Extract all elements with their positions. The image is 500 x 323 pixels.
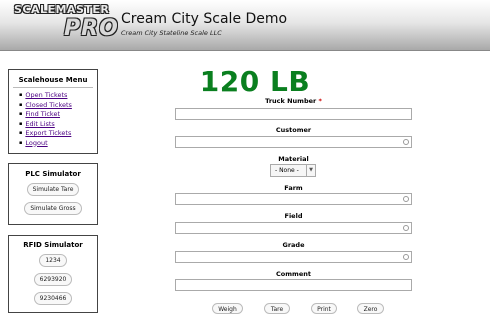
- rfid-tag-button[interactable]: 1234: [39, 254, 67, 267]
- print-button[interactable]: Print: [311, 303, 337, 314]
- customer-input[interactable]: [175, 136, 412, 148]
- scalehouse-menu-title: Scalehouse Menu: [18, 76, 88, 84]
- menu-item-open-tickets: Open Tickets: [19, 91, 93, 101]
- material-select[interactable]: - None - ▼: [270, 164, 316, 177]
- autocomplete-icon: [403, 139, 409, 145]
- comment-input[interactable]: [175, 279, 412, 291]
- menu-item-closed-tickets: Closed Tickets: [19, 101, 93, 111]
- app-header: SCALEMASTER PRO Cream City Scale Demo Cr…: [0, 0, 490, 51]
- autocomplete-icon: [403, 225, 409, 231]
- company-name: Cream City Stateline Scale LLC: [121, 29, 222, 37]
- edit-lists-link[interactable]: Edit Lists: [25, 120, 54, 128]
- field-input[interactable]: [175, 222, 412, 234]
- simulate-tare-button[interactable]: Simulate Tare: [26, 183, 80, 196]
- menu-item-export-tickets: Export Tickets: [19, 129, 93, 139]
- simulate-gross-button[interactable]: Simulate Gross: [24, 202, 82, 215]
- scalehouse-menu-list: Open Tickets Closed Tickets Find Ticket …: [13, 87, 93, 148]
- scalemaster-pro-logo: SCALEMASTER PRO: [14, 3, 118, 45]
- scalehouse-menu: Scalehouse Menu Open Tickets Closed Tick…: [8, 69, 98, 154]
- material-label: Material: [278, 155, 309, 163]
- truck-number-input[interactable]: [175, 108, 412, 120]
- required-mark: *: [318, 97, 322, 105]
- chevron-down-icon: ▼: [306, 165, 315, 176]
- rfid-tag-button[interactable]: 6293920: [33, 273, 73, 286]
- scale-weight-display: 120 LB: [199, 65, 311, 98]
- find-ticket-link[interactable]: Find Ticket: [25, 110, 60, 118]
- customer-label: Customer: [275, 126, 312, 134]
- plc-simulator-panel: PLC Simulator Simulate Tare Simulate Gro…: [8, 163, 98, 225]
- comment-label: Comment: [276, 270, 311, 278]
- plc-simulator-title: PLC Simulator: [25, 170, 81, 178]
- rfid-simulator-title: RFID Simulator: [23, 241, 83, 249]
- tare-button[interactable]: Tare: [264, 303, 290, 314]
- field-label: Field: [284, 212, 303, 220]
- open-tickets-link[interactable]: Open Tickets: [25, 91, 67, 99]
- autocomplete-icon: [403, 196, 409, 202]
- zero-button[interactable]: Zero: [357, 303, 384, 314]
- truck-number-label-text: Truck Number: [265, 97, 317, 105]
- grade-input[interactable]: [175, 251, 412, 263]
- material-select-value: - None -: [275, 167, 299, 174]
- truck-number-label: Truck Number *: [175, 97, 412, 105]
- rfid-simulator-panel: RFID Simulator 1234 6293920 9230466: [8, 235, 98, 313]
- farm-input[interactable]: [175, 193, 412, 205]
- page-title: Cream City Scale Demo: [121, 11, 288, 27]
- menu-item-edit-lists: Edit Lists: [19, 120, 93, 130]
- closed-tickets-link[interactable]: Closed Tickets: [25, 101, 72, 109]
- grade-label: Grade: [282, 241, 305, 249]
- logo-text-bottom: PRO: [64, 16, 119, 41]
- logout-link[interactable]: Logout: [25, 139, 47, 147]
- weigh-button[interactable]: Weigh: [212, 303, 243, 314]
- menu-item-logout: Logout: [19, 139, 93, 149]
- farm-label: Farm: [284, 184, 303, 192]
- autocomplete-icon: [403, 254, 409, 260]
- menu-item-find-ticket: Find Ticket: [19, 110, 93, 120]
- export-tickets-link[interactable]: Export Tickets: [25, 129, 71, 137]
- rfid-tag-button[interactable]: 9230466: [33, 292, 73, 305]
- logo-text-top: SCALEMASTER: [14, 3, 110, 16]
